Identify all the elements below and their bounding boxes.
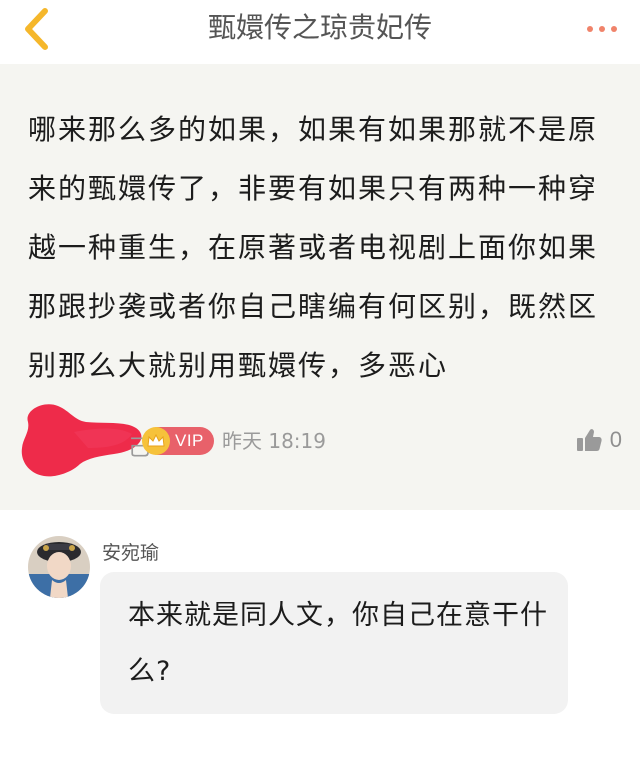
vip-badge: VIP: [142, 427, 214, 455]
reply-bubble: 本来就是同人文，你自己在意干什么?: [100, 572, 568, 714]
post-content: 哪来那么多的如果，如果有如果那就不是原来的甄嬛传了，非要有如果只有两种一种穿越一…: [28, 113, 599, 382]
post-timestamp: 昨天 18:19: [222, 429, 326, 453]
vip-label: VIP: [175, 431, 204, 450]
thumbs-up-icon: [576, 429, 602, 451]
post-card: 哪来那么多的如果，如果有如果那就不是原来的甄嬛传了，非要有如果只有两种一种穿越一…: [0, 64, 640, 510]
post-meta: 己 VIP 昨天 18:19 0: [0, 404, 640, 477]
avatar[interactable]: [28, 536, 90, 598]
reply-author-name[interactable]: 安宛瑜: [102, 538, 159, 565]
like-button[interactable]: 0: [576, 422, 622, 458]
more-dots-icon: [587, 26, 617, 32]
crown-icon: [142, 427, 170, 455]
like-count: 0: [609, 427, 622, 452]
reply-content: 本来就是同人文，你自己在意干什么?: [128, 600, 548, 687]
page-title: 甄嬛传之琼贵妃传: [207, 11, 432, 44]
back-button[interactable]: [14, 6, 58, 52]
top-nav-bar: 甄嬛传之琼贵妃传: [0, 0, 640, 62]
more-button[interactable]: [582, 14, 622, 44]
chevron-left-icon: [25, 8, 48, 50]
